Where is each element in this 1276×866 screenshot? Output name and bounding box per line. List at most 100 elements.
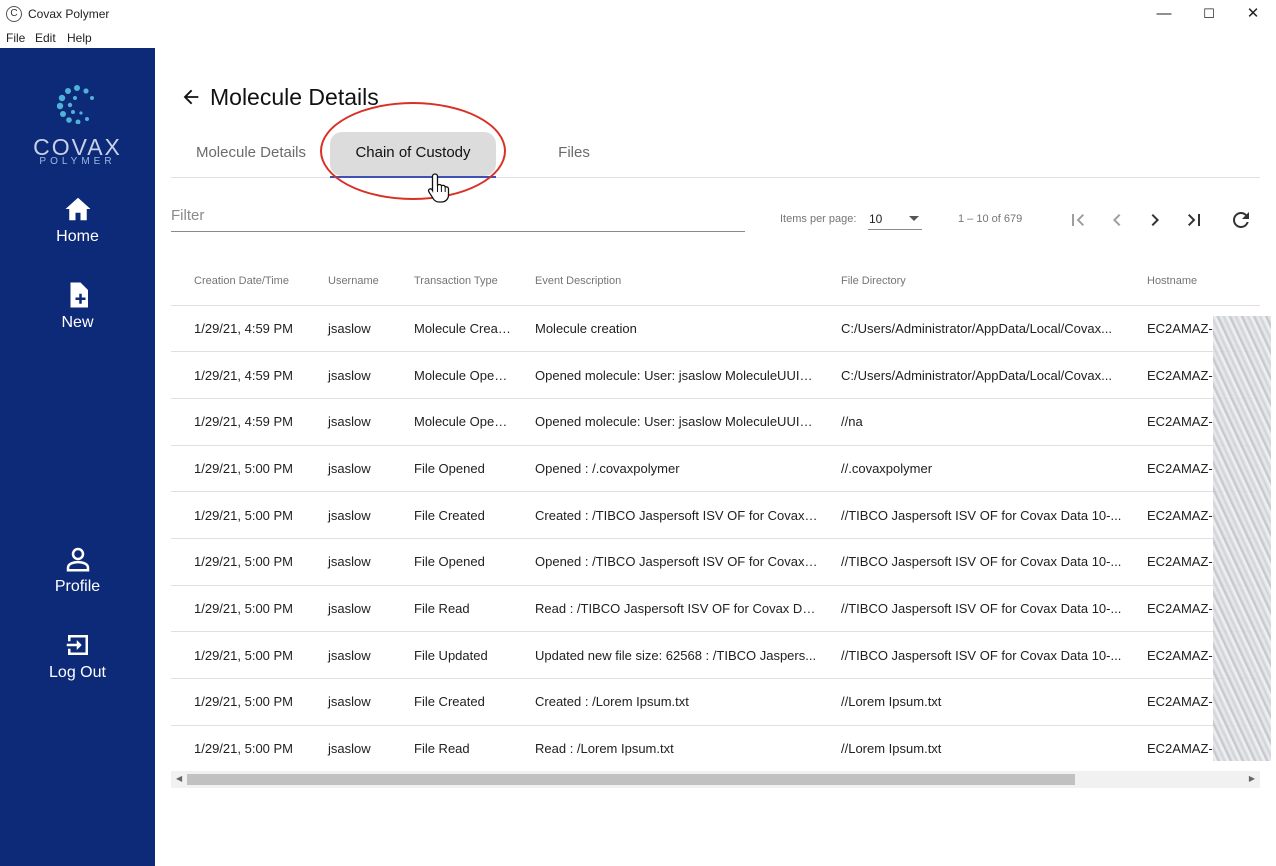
custody-table: Creation Date/Time Username Transaction … — [171, 258, 1260, 771]
cell-transaction-type: File Read — [391, 585, 512, 633]
cell-username: jsaslow — [305, 305, 391, 353]
cell-event-description: Created : /Lorem Ipsum.txt — [512, 678, 818, 726]
table-row[interactable]: 1/29/21, 5:00 PM jsaslow File Opened Opened… — [171, 445, 1260, 493]
cell-date: 1/29/21, 5:00 PM — [171, 491, 305, 539]
menu-help[interactable]: Help — [67, 31, 92, 45]
refresh-icon[interactable] — [1229, 208, 1253, 232]
table-row[interactable]: 1/29/21, 4:59 PM jsaslow Molecule Opened Op… — [171, 398, 1260, 446]
logo-subtext: POLYMER — [39, 156, 116, 167]
table-row[interactable]: 1/29/21, 5:00 PM jsaslow File Opened Opened… — [171, 538, 1260, 586]
cell-date: 1/29/21, 4:59 PM — [171, 398, 305, 446]
covax-logo-icon — [57, 85, 94, 124]
table-row[interactable]: 1/29/21, 5:00 PM jsaslow File Updated Updat… — [171, 631, 1260, 679]
page-title: Molecule Details — [210, 84, 379, 110]
cell-date: 1/29/21, 4:59 PM — [171, 305, 305, 353]
next-page-icon[interactable] — [1143, 208, 1167, 232]
column-header-file-directory[interactable]: File Directory — [818, 258, 1124, 306]
previous-page-icon[interactable] — [1105, 208, 1129, 232]
cell-date: 1/29/21, 4:59 PM — [171, 351, 305, 399]
cell-file-directory: //TIBCO Jaspersoft ISV OF for Covax Data… — [818, 631, 1124, 679]
cell-username: jsaslow — [305, 585, 391, 633]
page-range-label: 1 – 10 of 679 — [958, 213, 1023, 225]
cell-event-description: Created : /TIBCO Jaspersoft ISV OF for C… — [512, 491, 818, 539]
page-size-select[interactable]: 10 — [868, 206, 922, 230]
nav-home-label: Home — [56, 228, 99, 245]
cell-date: 1/29/21, 5:00 PM — [171, 445, 305, 493]
sidebar: COVAX POLYMER Home New Profile Log Out — [0, 48, 155, 866]
menu-file[interactable]: File — [6, 31, 25, 45]
column-header-hostname[interactable]: Hostname — [1124, 258, 1260, 306]
filter-input[interactable] — [171, 200, 745, 230]
tab-molecule-details[interactable]: Molecule Details — [171, 128, 331, 178]
cell-date: 1/29/21, 5:00 PM — [171, 725, 305, 771]
obscured-region — [1213, 316, 1271, 761]
cell-username: jsaslow — [305, 398, 391, 446]
cell-file-directory: C:/Users/Administrator/AppData/Local/Cov… — [818, 305, 1124, 353]
cell-file-directory: //.covaxpolymer — [818, 445, 1124, 493]
cell-username: jsaslow — [305, 678, 391, 726]
table-row[interactable]: 1/29/21, 5:00 PM jsaslow File Created Creat… — [171, 678, 1260, 726]
dropdown-caret-icon — [909, 216, 919, 221]
page-size-value: 10 — [869, 212, 883, 226]
window-title: Covax Polymer — [28, 7, 110, 21]
nav-logout[interactable]: Log Out — [0, 630, 155, 700]
last-page-icon[interactable] — [1182, 208, 1206, 232]
cell-transaction-type: Molecule Created — [391, 305, 512, 353]
logout-icon — [66, 635, 88, 655]
scroll-left-icon[interactable]: ◀ — [176, 774, 182, 783]
home-icon — [65, 197, 90, 221]
nav-new-label: New — [61, 314, 94, 331]
close-button[interactable]: ✕ — [1231, 2, 1275, 26]
table-row[interactable]: 1/29/21, 5:00 PM jsaslow File Created Creat… — [171, 491, 1260, 539]
nav-home[interactable]: Home — [0, 194, 155, 264]
scroll-right-icon[interactable]: ▶ — [1249, 774, 1255, 783]
cell-username: jsaslow — [305, 445, 391, 493]
tab-files[interactable]: Files — [496, 128, 652, 178]
first-page-icon[interactable] — [1066, 208, 1090, 232]
table-row[interactable]: 1/29/21, 4:59 PM jsaslow Molecule Opened Op… — [171, 351, 1260, 399]
cell-transaction-type: File Created — [391, 491, 512, 539]
cell-transaction-type: File Created — [391, 678, 512, 726]
maximize-button[interactable]: ☐ — [1187, 2, 1231, 26]
cell-transaction-type: Molecule Opened — [391, 398, 512, 446]
nav-profile[interactable]: Profile — [0, 544, 155, 614]
cell-event-description: Opened : /.covaxpolymer — [512, 445, 818, 493]
cell-event-description: Opened molecule: User: jsaslow MoleculeU… — [512, 398, 818, 446]
column-header-transaction-type[interactable]: Transaction Type — [391, 258, 512, 306]
cell-event-description: Updated new file size: 62568 : /TIBCO Ja… — [512, 631, 818, 679]
nav-profile-label: Profile — [54, 578, 101, 595]
back-arrow-icon[interactable] — [180, 86, 202, 108]
menu-edit[interactable]: Edit — [35, 31, 56, 45]
column-header-creation-date[interactable]: Creation Date/Time — [171, 258, 305, 306]
cell-transaction-type: File Updated — [391, 631, 512, 679]
scrollbar-thumb[interactable] — [187, 774, 1075, 785]
table-row[interactable]: 1/29/21, 5:00 PM jsaslow File Read Read : /… — [171, 585, 1260, 633]
cell-file-directory: C:/Users/Administrator/AppData/Local/Cov… — [818, 351, 1124, 399]
cell-username: jsaslow — [305, 631, 391, 679]
cell-file-directory: //Lorem Ipsum.txt — [818, 725, 1124, 771]
table-row[interactable]: 1/29/21, 4:59 PM jsaslow Molecule Created M… — [171, 305, 1260, 353]
column-header-username[interactable]: Username — [305, 258, 391, 306]
cell-transaction-type: File Opened — [391, 538, 512, 586]
horizontal-scrollbar[interactable]: ◀ ▶ — [171, 771, 1260, 788]
column-header-event-description[interactable]: Event Description — [512, 258, 818, 306]
cell-event-description: Opened molecule: User: jsaslow MoleculeU… — [512, 351, 818, 399]
minimize-button[interactable]: — — [1142, 2, 1186, 26]
annotation-ellipse — [320, 102, 506, 200]
nav-logout-label: Log Out — [49, 664, 106, 681]
app-logo-icon: C — [6, 6, 22, 22]
nav-new[interactable]: New — [0, 280, 155, 350]
cell-username: jsaslow — [305, 725, 391, 771]
cell-event-description: Read : /Lorem Ipsum.txt — [512, 725, 818, 771]
cell-file-directory: //Lorem Ipsum.txt — [818, 678, 1124, 726]
cell-file-directory: //TIBCO Jaspersoft ISV OF for Covax Data… — [818, 585, 1124, 633]
profile-icon — [66, 547, 89, 572]
cell-event-description: Opened : /TIBCO Jaspersoft ISV OF for Co… — [512, 538, 818, 586]
menu-bar: File Edit Help — [0, 28, 1276, 48]
table-header-row: Creation Date/Time Username Transaction … — [171, 258, 1260, 306]
cell-file-directory: //TIBCO Jaspersoft ISV OF for Covax Data… — [818, 491, 1124, 539]
title-bar: C Covax Polymer — ☐ ✕ — [0, 0, 1276, 28]
table-row[interactable]: 1/29/21, 5:00 PM jsaslow File Read Read : /… — [171, 725, 1260, 771]
cell-username: jsaslow — [305, 351, 391, 399]
filter-field[interactable] — [171, 200, 745, 232]
